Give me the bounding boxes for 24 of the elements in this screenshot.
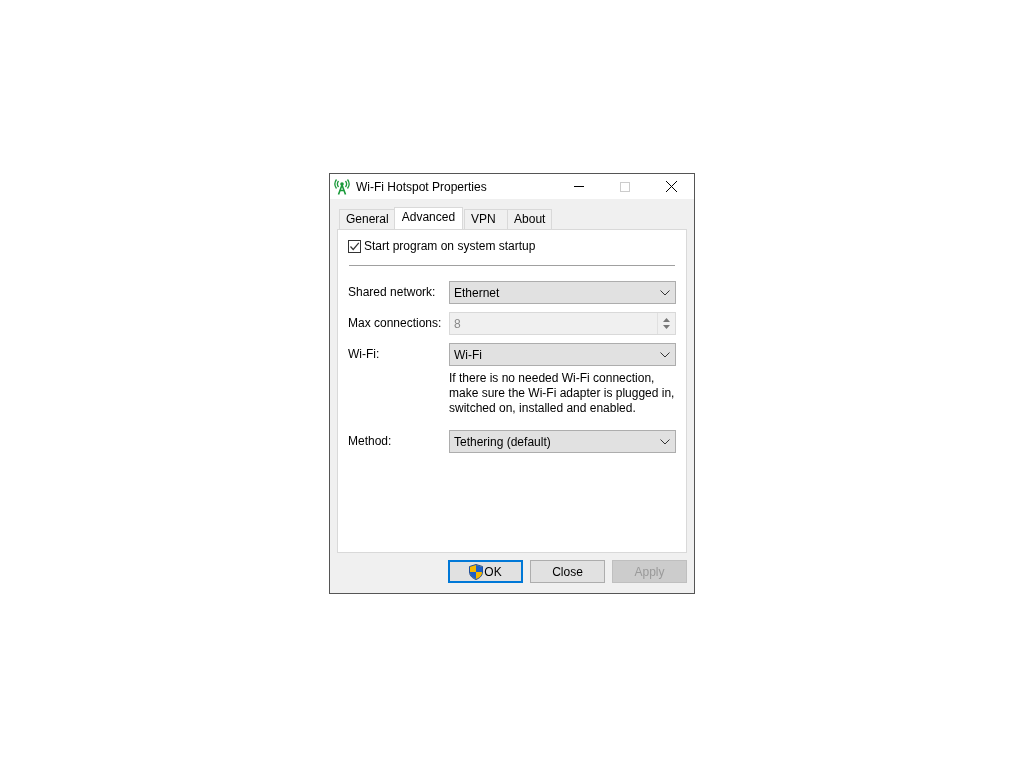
field-label: Method: (348, 433, 393, 450)
tab[interactable]: VPN (464, 209, 509, 229)
chevron-down-icon (660, 438, 670, 445)
field-label: Wi-Fi: (348, 346, 381, 363)
dropdown[interactable]: Ethernet (449, 281, 676, 304)
dropdown[interactable]: Tethering (default) (449, 430, 676, 453)
field-label: Max connections: (348, 315, 443, 332)
field-label: Shared network: (348, 284, 437, 301)
dialog-button[interactable]: OK (448, 560, 523, 583)
chevron-down-icon (660, 351, 670, 358)
down-arrow-icon (663, 325, 670, 329)
dropdown[interactable]: Wi-Fi (449, 343, 676, 366)
checkbox[interactable] (348, 239, 361, 253)
antenna-icon (334, 178, 350, 195)
tab[interactable]: Advanced (393, 207, 464, 229)
window-title: Wi-Fi Hotspot Properties (356, 179, 487, 194)
tab[interactable]: About (507, 209, 553, 229)
tab[interactable]: General (339, 209, 396, 229)
dialog-button[interactable]: Close (530, 560, 605, 583)
checkbox-label: Start program on system startup (364, 239, 536, 253)
hint-text: If there is no needed Wi-Fi connection, make sure the Wi-Fi adapter is plugged in, switched on, installed and enabled. (449, 371, 676, 416)
chevron-down-icon (660, 289, 670, 296)
up-arrow-icon (663, 318, 670, 322)
close-icon[interactable] (665, 181, 677, 192)
